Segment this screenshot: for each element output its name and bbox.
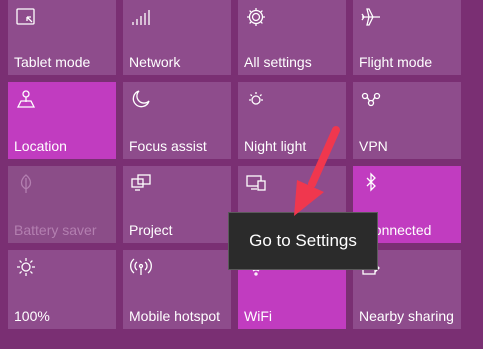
tile-label: Project <box>129 222 173 238</box>
go-to-settings-tooltip: Go to Settings <box>228 212 378 270</box>
vpn-icon <box>360 88 382 110</box>
tile-label: Tablet mode <box>14 54 91 70</box>
tile-label: Nearby sharing <box>359 308 454 324</box>
tile-location[interactable]: Location <box>8 82 116 159</box>
connect-icon <box>245 172 267 194</box>
tile-label: WiFi <box>244 308 272 324</box>
tablet-mode-icon <box>15 6 37 28</box>
tile-label: Focus assist <box>129 138 207 154</box>
tile-label: Night light <box>244 138 307 154</box>
tile-network[interactable]: Network <box>123 0 231 75</box>
gear-icon <box>245 6 267 28</box>
airplane-icon <box>360 6 382 28</box>
tile-label: 100% <box>14 308 50 324</box>
tile-label: All settings <box>244 54 312 70</box>
tile-night-light[interactable]: Night light <box>238 82 346 159</box>
leaf-icon <box>15 172 37 194</box>
tile-focus-assist[interactable]: Focus assist <box>123 82 231 159</box>
night-light-icon <box>245 88 267 110</box>
tile-brightness[interactable]: 100% <box>8 250 116 329</box>
tile-label: VPN <box>359 138 388 154</box>
project-icon <box>130 172 152 194</box>
tooltip-text: Go to Settings <box>249 231 357 250</box>
tile-label: Flight mode <box>359 54 433 70</box>
tile-label: Mobile hotspot <box>129 308 221 324</box>
tile-label: Battery saver <box>14 222 97 238</box>
bluetooth-icon <box>360 172 382 194</box>
tile-tablet-mode[interactable]: Tablet mode <box>8 0 116 75</box>
network-icon <box>130 6 152 28</box>
tile-vpn[interactable]: VPN <box>353 82 461 159</box>
moon-icon <box>130 88 152 110</box>
tile-label: Network <box>129 54 181 70</box>
tile-mobile-hotspot[interactable]: Mobile hotspot <box>123 250 231 329</box>
tile-flight-mode[interactable]: Flight mode <box>353 0 461 75</box>
location-icon <box>15 88 37 110</box>
tile-project[interactable]: Project <box>123 166 231 243</box>
tile-battery-saver[interactable]: Battery saver <box>8 166 116 243</box>
tile-label: Location <box>14 138 67 154</box>
tile-all-settings[interactable]: All settings <box>238 0 346 75</box>
hotspot-icon <box>130 256 152 278</box>
brightness-icon <box>15 256 37 278</box>
